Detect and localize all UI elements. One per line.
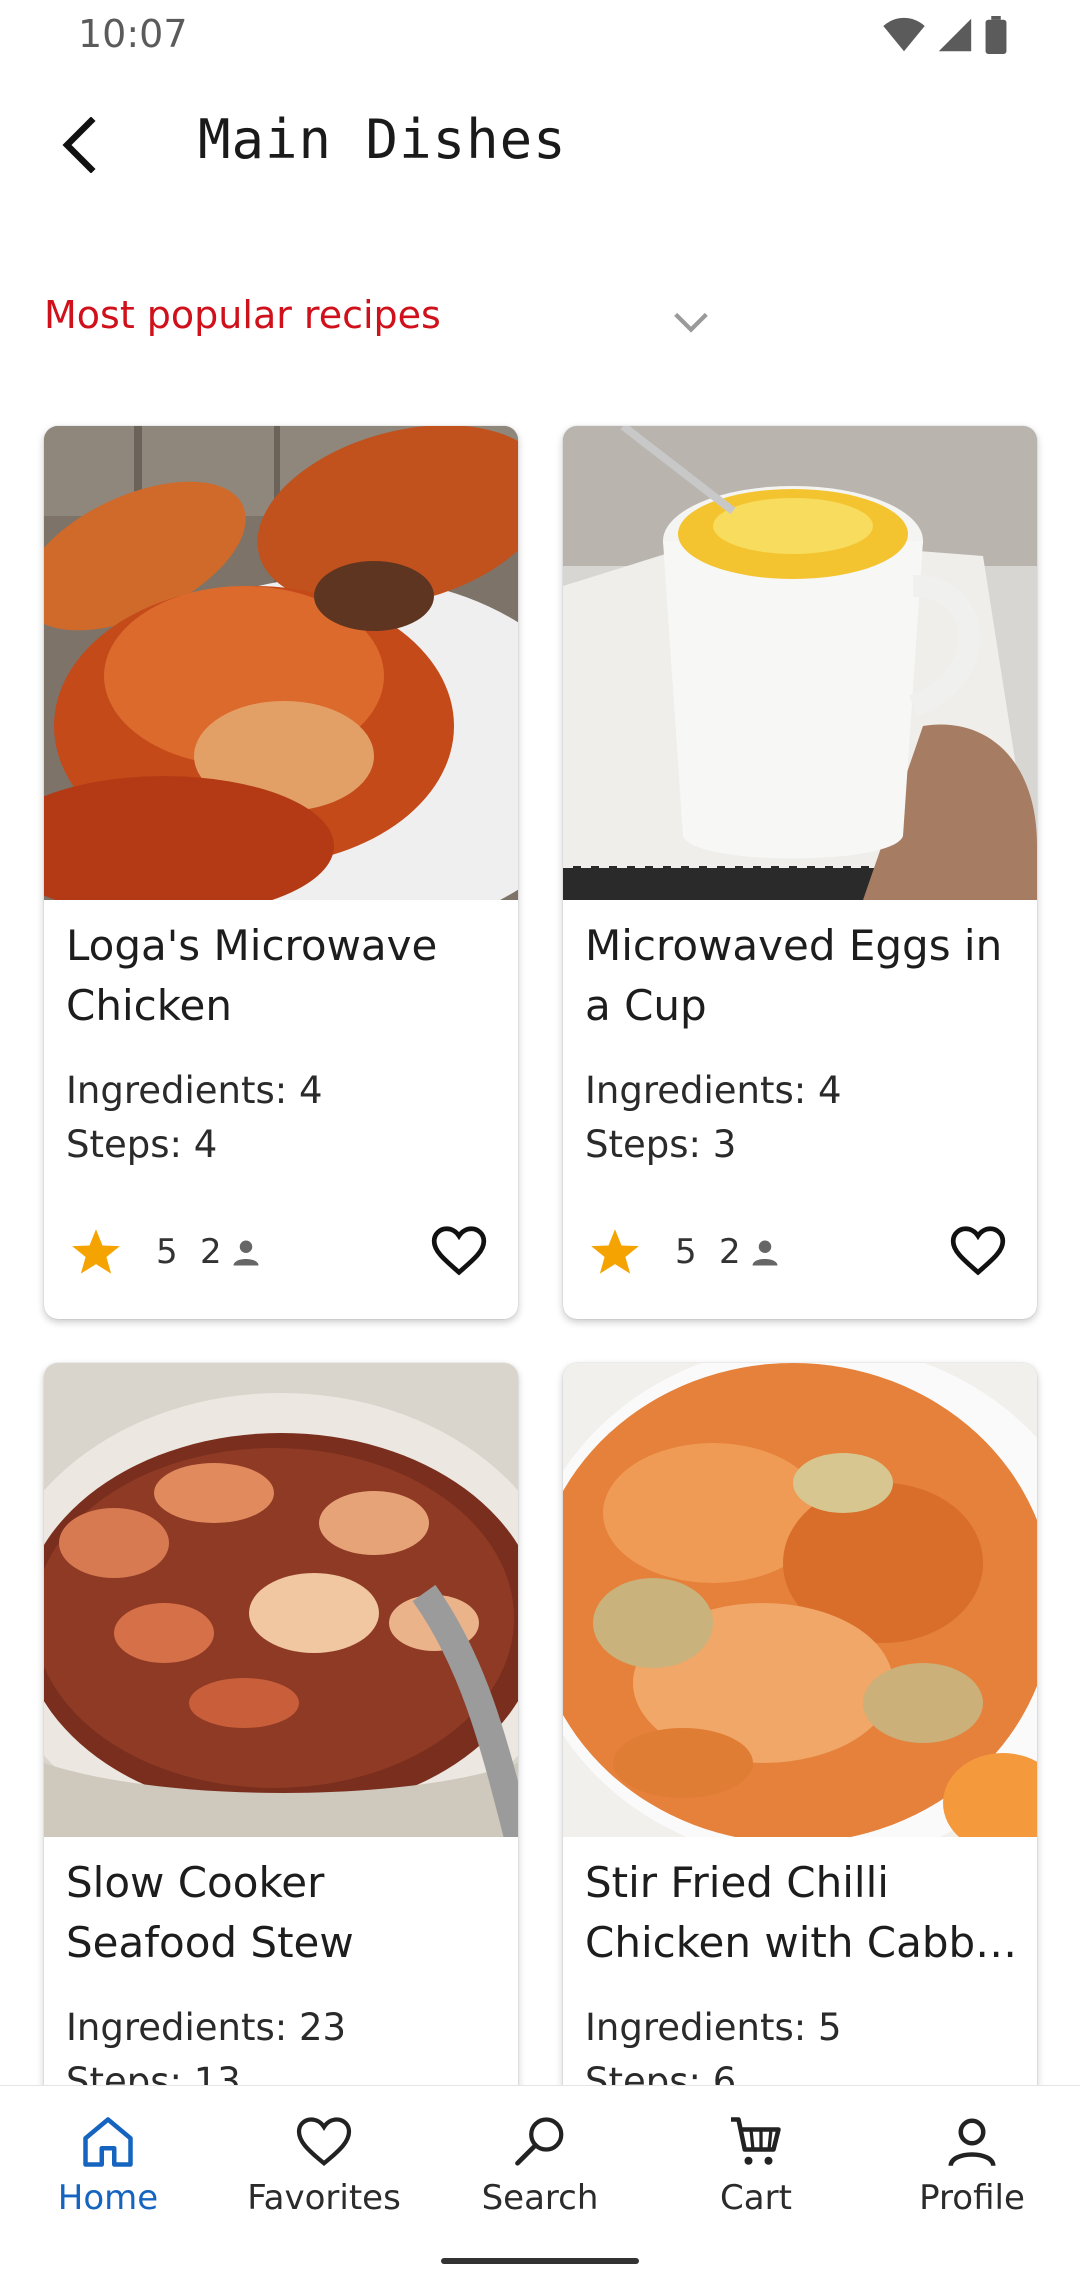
status-icons xyxy=(882,16,1008,54)
heart-outline-icon xyxy=(950,1226,1006,1276)
recipe-title: Slow Cooker Seafood Stew xyxy=(66,1858,354,1967)
app-bar: Main Dishes xyxy=(0,90,1080,200)
recipe-title: Loga's Microwave Chicken xyxy=(66,921,438,1030)
page-title: Main Dishes xyxy=(198,108,567,171)
recipe-title: Stir Fried Chilli Chicken with Cabb… xyxy=(585,1858,1018,1967)
ingredients-count: Ingredients: 5 xyxy=(585,2006,842,2049)
chevron-down-icon xyxy=(674,312,708,333)
heart-outline-icon xyxy=(431,1226,487,1276)
cart-icon xyxy=(731,2117,781,2165)
person-icon xyxy=(752,1240,778,1266)
recipe-card[interactable]: Loga's Microwave Chicken Ingredients: 4 … xyxy=(44,426,518,1319)
reviews-count: 2 xyxy=(200,1232,222,1272)
battery-icon xyxy=(985,16,1007,54)
recipe-image xyxy=(44,426,518,900)
recipe-image xyxy=(563,1363,1037,1837)
search-icon xyxy=(515,2117,564,2166)
steps-count: Steps: 4 xyxy=(66,1123,218,1166)
home-indicator[interactable] xyxy=(441,2258,639,2264)
home-icon xyxy=(83,2117,133,2167)
sort-label: Most popular recipes xyxy=(44,293,441,337)
recipe-list-screen: 10:07 Main Dishes Most popular recipes L… xyxy=(0,0,1080,2280)
recipe-footer: 5 2 xyxy=(66,1216,506,1286)
sort-dropdown[interactable]: Most popular recipes xyxy=(44,285,724,355)
rating-value: 5 xyxy=(675,1232,697,1272)
profile-icon xyxy=(948,2118,996,2167)
signal-icon xyxy=(938,18,972,52)
rating-value: 5 xyxy=(156,1232,178,1272)
ingredients-count: Ingredients: 23 xyxy=(66,2006,347,2049)
nav-label: Home xyxy=(57,2178,159,2218)
recipe-meta: Ingredients: 4 Steps: 3 xyxy=(585,1064,842,1172)
nav-search[interactable]: Search xyxy=(432,2112,648,2232)
recipe-image xyxy=(44,1363,518,1837)
nav-profile[interactable]: Profile xyxy=(864,2112,1080,2232)
star-icon xyxy=(591,1229,639,1274)
recipe-footer: 5 2 xyxy=(585,1216,1025,1286)
ingredients-count: Ingredients: 4 xyxy=(585,1069,842,1112)
favorite-button[interactable] xyxy=(426,1218,492,1284)
nav-cart[interactable]: Cart xyxy=(648,2112,864,2232)
recipe-image xyxy=(563,426,1037,900)
recipe-meta: Ingredients: 4 Steps: 4 xyxy=(66,1064,323,1172)
back-button[interactable] xyxy=(44,110,114,180)
nav-label: Search xyxy=(481,2178,599,2218)
nav-label: Profile xyxy=(919,2178,1025,2218)
nav-label: Favorites xyxy=(247,2178,401,2218)
heart-icon xyxy=(296,2117,352,2166)
recipe-card[interactable]: Microwaved Eggs in a Cup Ingredients: 4 … xyxy=(563,426,1037,1319)
status-time: 10:07 xyxy=(78,12,188,56)
favorite-button[interactable] xyxy=(945,1218,1011,1284)
nav-label: Cart xyxy=(720,2178,792,2218)
reviews-count: 2 xyxy=(719,1232,741,1272)
star-icon xyxy=(72,1229,120,1274)
nav-favorites[interactable]: Favorites xyxy=(216,2112,432,2232)
nav-home[interactable]: Home xyxy=(0,2112,216,2232)
person-icon xyxy=(233,1240,259,1266)
wifi-icon xyxy=(883,17,925,52)
status-bar: 10:07 xyxy=(0,0,1080,70)
steps-count: Steps: 3 xyxy=(585,1123,737,1166)
bottom-navigation: Home Favorites Search Cart Profile xyxy=(0,2085,1080,2280)
back-arrow-icon xyxy=(62,117,96,173)
ingredients-count: Ingredients: 4 xyxy=(66,1069,323,1112)
recipe-title: Microwaved Eggs in a Cup xyxy=(585,921,1003,1030)
